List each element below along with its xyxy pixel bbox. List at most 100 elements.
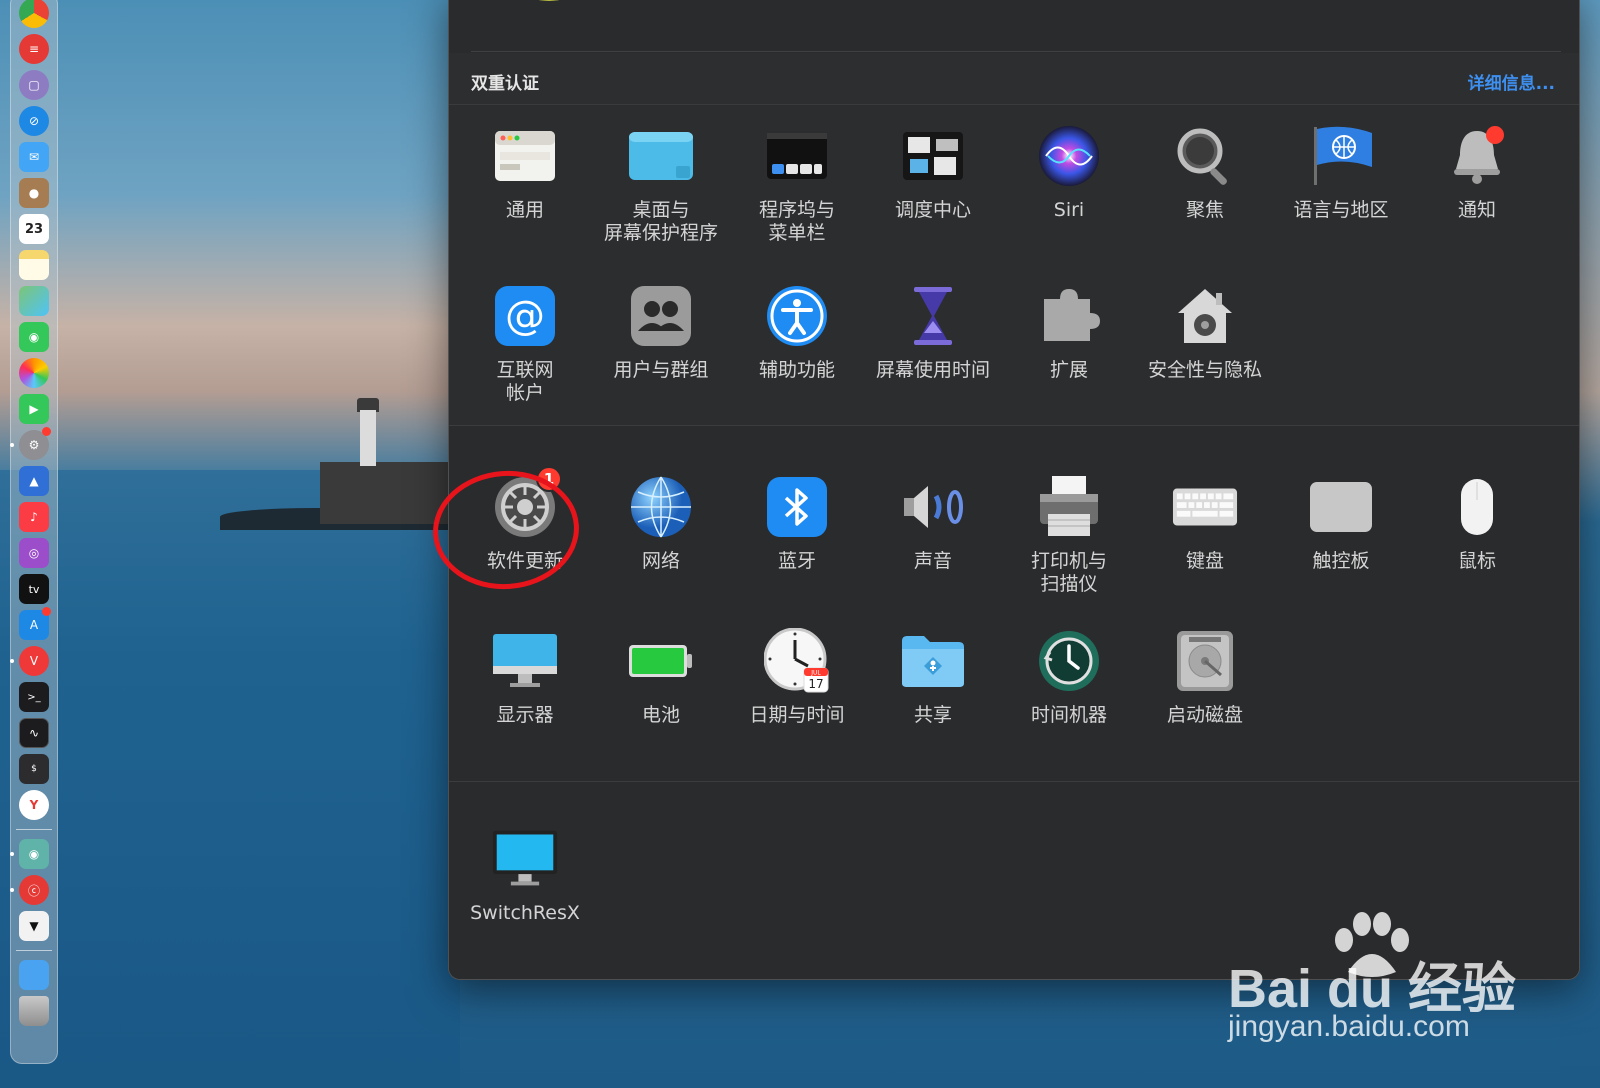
pane-bluetooth[interactable]: 蓝牙 <box>727 474 867 573</box>
two-factor-title: 双重认证 <box>471 74 539 94</box>
pane-extensions[interactable]: 扩展 <box>999 283 1139 382</box>
apple-id-avatar[interactable] <box>509 0 589 1</box>
pane-label-line1: 聚焦 <box>1185 199 1224 221</box>
section-personal: 通用 桌面与 屏幕保护程序 程序坞与 菜单栏 调度中心 Siri 聚焦 语言与地区 通知 @ 互联网… <box>449 105 1579 425</box>
running-indicator <box>10 443 14 447</box>
pane-label-line1: 键盘 <box>1185 550 1224 572</box>
pane-label: 触控板 <box>1312 550 1369 573</box>
pane-mission-control[interactable]: 调度中心 <box>863 123 1003 222</box>
pane-label: SwitchResX <box>470 902 580 925</box>
pane-dock-menubar[interactable]: 程序坞与 菜单栏 <box>727 123 867 245</box>
pane-switchresx[interactable]: SwitchResX <box>455 826 595 925</box>
pane-label-line1: 启动磁盘 <box>1166 704 1243 726</box>
monitor-icon <box>492 826 558 892</box>
pane-battery[interactable]: 电池 <box>591 628 731 727</box>
details-link[interactable]: 详细信息... <box>1468 69 1555 94</box>
pane-accessibility[interactable]: 辅助功能 <box>727 283 867 382</box>
section-hardware: 1 软件更新 网络 蓝牙 声音 打印机与 扫描仪 键盘 触控板 鼠标 显示器 电池 JUL 17 日期与时… <box>449 425 1579 781</box>
pane-spotlight[interactable]: 聚焦 <box>1135 123 1275 222</box>
pane-date-time[interactable]: JUL 17 日期与时间 <box>727 628 867 727</box>
pane-label-line2: 屏幕保护程序 <box>603 222 718 244</box>
pane-sharing[interactable]: 共享 <box>863 628 1003 727</box>
pane-language-region[interactable]: 语言与地区 <box>1271 123 1411 222</box>
activity-monitor-icon[interactable]: ∿ <box>19 718 49 748</box>
pane-desktop-screensaver[interactable]: 桌面与 屏幕保护程序 <box>591 123 731 245</box>
pane-internet-accounts[interactable]: @ 互联网 帐户 <box>455 283 595 405</box>
pane-printers-scanners[interactable]: 打印机与 扫描仪 <box>999 474 1139 596</box>
pane-time-machine[interactable]: 时间机器 <box>999 628 1139 727</box>
pane-network[interactable]: 网络 <box>591 474 731 573</box>
pane-label: 语言与地区 <box>1293 199 1388 222</box>
pane-users-groups[interactable]: 用户与群组 <box>591 283 731 382</box>
netease-music-icon[interactable]: ⓒ <box>10 875 49 905</box>
system-preferences-icon[interactable]: ⚙ <box>10 427 51 460</box>
pane-keyboard[interactable]: 键盘 <box>1135 474 1275 573</box>
maps-icon[interactable] <box>19 286 49 316</box>
pane-label: 声音 <box>914 550 952 573</box>
app-teal-icon[interactable]: ◉ <box>10 839 49 869</box>
pane-label: 用户与群组 <box>613 359 708 382</box>
app-store-icon[interactable]: A <box>19 607 51 640</box>
pane-displays[interactable]: 显示器 <box>455 628 595 727</box>
pane-screen-time[interactable]: 屏幕使用时间 <box>863 283 1003 382</box>
desktop-icon <box>628 123 694 189</box>
svg-text:@: @ <box>505 293 545 339</box>
pane-trackpad[interactable]: 触控板 <box>1271 474 1411 573</box>
facetime-icon[interactable]: ▶ <box>19 394 49 424</box>
pane-security-privacy[interactable]: 安全性与隐私 <box>1135 283 1275 382</box>
globe-icon <box>628 474 694 540</box>
puzzle-icon <box>1036 283 1102 349</box>
mouse-icon <box>1444 474 1510 540</box>
wallpaper-sea <box>0 470 460 1088</box>
pane-label-line2: 菜单栏 <box>768 222 826 244</box>
pane-label-line1: 程序坞与 <box>758 199 835 221</box>
two-factor-banner: 双重认证 详细信息... <box>449 53 1579 105</box>
music-icon[interactable]: ♪ <box>19 502 49 532</box>
running-indicator <box>10 852 14 856</box>
safari-icon[interactable]: ⊘ <box>19 106 49 136</box>
pane-label: 日期与时间 <box>749 704 844 727</box>
badge-icon <box>42 607 51 616</box>
messages-icon[interactable]: ◉ <box>19 322 49 352</box>
pane-notifications[interactable]: 通知 <box>1407 123 1547 222</box>
bluetooth-icon <box>764 474 830 540</box>
keyboard-icon <box>1172 474 1238 540</box>
divider <box>471 51 1561 52</box>
contacts-icon[interactable]: ● <box>19 178 49 208</box>
pane-label-line1: 桌面与 <box>632 199 690 221</box>
pane-mouse[interactable]: 鼠标 <box>1407 474 1547 573</box>
general-icon <box>492 123 558 189</box>
console-icon[interactable]: $ <box>19 754 49 784</box>
dock: ≡ ▢ ⊘ ✉ ● 23 ◉ ▶ ⚙ ▲ ♪ ◎ tv A V >_ ∿ $ Y… <box>10 0 58 1064</box>
speaker-icon <box>900 474 966 540</box>
pane-sound[interactable]: 声音 <box>863 474 1003 573</box>
pane-label-line1: 通知 <box>1457 199 1496 221</box>
app-purple-icon[interactable]: ▢ <box>19 70 49 100</box>
keynote-icon[interactable]: ▲ <box>19 466 49 496</box>
siri-icon <box>1036 123 1102 189</box>
apple-tv-icon[interactable]: tv <box>19 574 49 604</box>
pane-label-line1: 时间机器 <box>1030 704 1107 726</box>
trash-icon[interactable] <box>19 996 49 1026</box>
photos-icon[interactable] <box>19 358 49 388</box>
mail-icon[interactable]: ✉ <box>19 142 49 172</box>
podcasts-icon[interactable]: ◎ <box>19 538 49 568</box>
downloads-folder-icon[interactable] <box>19 960 49 990</box>
yandex-icon[interactable]: Y <box>19 790 49 820</box>
pane-label-line1: 显示器 <box>496 704 554 726</box>
pane-label: 程序坞与 菜单栏 <box>759 199 835 245</box>
pane-siri[interactable]: Siri <box>999 123 1139 222</box>
vivaldi-icon[interactable]: V <box>10 646 49 676</box>
app-red-icon[interactable]: ≡ <box>19 34 49 64</box>
terminal-icon[interactable]: >_ <box>19 682 49 712</box>
pane-label-line1: SwitchResX <box>470 902 580 924</box>
calendar-icon[interactable]: 23 <box>19 214 49 244</box>
pane-general[interactable]: 通用 <box>455 123 595 222</box>
bartender-icon[interactable]: ▼ <box>19 911 49 941</box>
pane-label-line1: 鼠标 <box>1457 550 1496 572</box>
pane-startup-disk[interactable]: 启动磁盘 <box>1135 628 1275 727</box>
watermark-domain: jingyan.baidu.com <box>1228 1010 1470 1043</box>
running-indicator <box>10 659 14 663</box>
notes-icon[interactable] <box>19 250 49 280</box>
chrome-icon[interactable] <box>19 0 49 28</box>
